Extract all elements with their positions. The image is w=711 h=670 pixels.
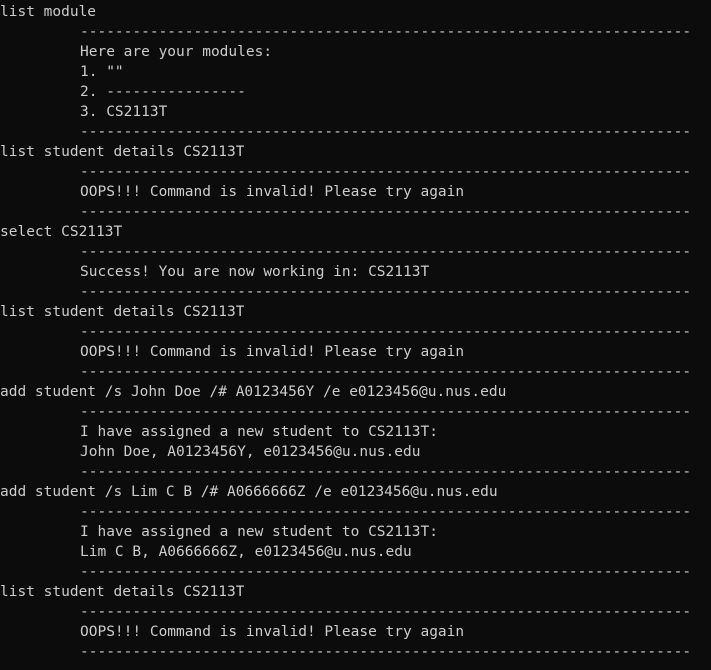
- command-line: select CS2113T: [0, 224, 123, 240]
- output-divider-bottom: ----------------------------------------…: [80, 464, 691, 480]
- command-line: list student details CS2113T: [0, 144, 245, 160]
- output-divider-top: ----------------------------------------…: [80, 604, 691, 620]
- output-line: OOPS!!! Command is invalid! Please try a…: [80, 624, 465, 640]
- output-line: John Doe, A0123456Y, e0123456@u.nus.edu: [80, 444, 421, 460]
- output-line: 3. CS2113T: [80, 104, 168, 120]
- output-line: OOPS!!! Command is invalid! Please try a…: [80, 344, 465, 360]
- output-divider-bottom: ----------------------------------------…: [80, 364, 691, 380]
- command-line: list module: [0, 4, 97, 20]
- output-divider-bottom: ----------------------------------------…: [80, 284, 691, 300]
- output-line: I have assigned a new student to CS2113T…: [80, 424, 438, 440]
- output-divider-top: ----------------------------------------…: [80, 164, 691, 180]
- command-line: list student details CS2113T: [0, 584, 245, 600]
- output-divider-top: ----------------------------------------…: [80, 24, 691, 40]
- output-divider-bottom: ----------------------------------------…: [80, 204, 691, 220]
- output-line: 1. "": [80, 64, 124, 80]
- output-line: Here are your modules:: [80, 44, 273, 60]
- output-divider-top: ----------------------------------------…: [80, 504, 691, 520]
- output-divider-top: ----------------------------------------…: [80, 244, 691, 260]
- terminal-window[interactable]: list module ----------------------------…: [0, 0, 711, 670]
- output-line: Success! You are now working in: CS2113T: [80, 264, 430, 280]
- output-divider-top: ----------------------------------------…: [80, 404, 691, 420]
- command-line: add student /s John Doe /# A0123456Y /e …: [0, 384, 507, 400]
- command-line: list student details CS2113T: [0, 304, 245, 320]
- output-divider-bottom: ----------------------------------------…: [80, 644, 691, 660]
- output-line: I have assigned a new student to CS2113T…: [80, 524, 438, 540]
- output-line: 2. ----------------: [80, 84, 246, 100]
- command-line: add student /s Lim C B /# A0666666Z /e e…: [0, 484, 498, 500]
- output-divider-bottom: ----------------------------------------…: [80, 564, 691, 580]
- output-line: OOPS!!! Command is invalid! Please try a…: [80, 184, 465, 200]
- output-line: Lim C B, A0666666Z, e0123456@u.nus.edu: [80, 544, 412, 560]
- output-divider-bottom: ----------------------------------------…: [80, 124, 691, 140]
- output-divider-top: ----------------------------------------…: [80, 324, 691, 340]
